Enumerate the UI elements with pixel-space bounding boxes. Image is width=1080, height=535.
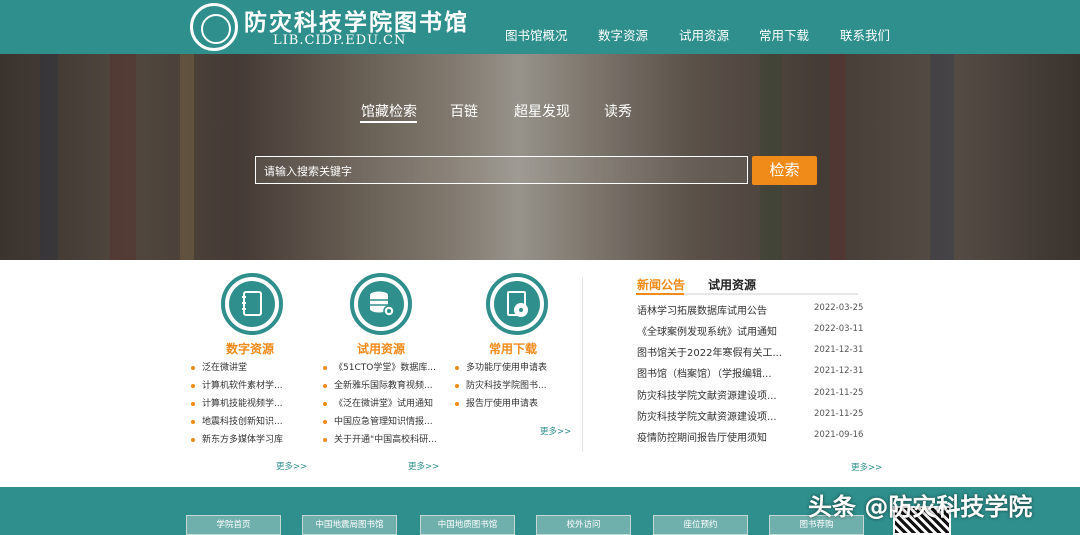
- trial-resources-title[interactable]: 试用资源: [357, 340, 405, 357]
- library-seal-logo[interactable]: [190, 3, 238, 51]
- search-button[interactable]: 检索: [752, 156, 817, 185]
- news-row[interactable]: 《全球案例发现系统》试用通知 2022-03-11: [637, 323, 864, 344]
- active-tab-indicator: [360, 121, 417, 123]
- tab-duxiu[interactable]: 读秀: [604, 101, 632, 121]
- news-date: 2021-12-31: [814, 345, 864, 355]
- list-item[interactable]: 关于开通"中国高校科研...: [323, 431, 437, 449]
- list-item[interactable]: 多功能厅使用申请表: [455, 359, 547, 377]
- hero-search-banner: 馆藏检索 百链 超星发现 读秀 请输入搜索关键字 检索: [0, 54, 1080, 260]
- news-date: 2021-09-16: [814, 430, 864, 440]
- nav-digital-resources[interactable]: 数字资源: [598, 25, 648, 44]
- list-item[interactable]: 中国应急管理知识情报...: [323, 413, 437, 431]
- nav-overview[interactable]: 图书馆概况: [505, 25, 568, 44]
- list-item[interactable]: 报告厅使用申请表: [455, 395, 547, 413]
- list-item[interactable]: 计算机软件素材学...: [191, 377, 283, 395]
- library-domain: LIB.CIDP.EDU.CN: [273, 33, 407, 48]
- news-date: 2022-03-11: [814, 324, 864, 334]
- nav-trial-resources[interactable]: 试用资源: [679, 25, 729, 44]
- footer-link-remote-access[interactable]: 校外访问: [536, 515, 631, 535]
- library-title[interactable]: 防灾科技学院图书馆: [244, 3, 469, 37]
- news-row[interactable]: 图书馆关于2022年寒假有关工... 2021-12-31: [637, 344, 864, 365]
- search-input[interactable]: 请输入搜索关键字: [255, 156, 748, 184]
- tab-news[interactable]: 新闻公告: [637, 276, 685, 293]
- list-item[interactable]: 泛在微讲堂: [191, 359, 283, 377]
- news-title[interactable]: 防灾科技学院文献资源建设项...: [637, 387, 777, 402]
- notebook-icon[interactable]: [221, 273, 283, 335]
- news-title[interactable]: 图书馆关于2022年寒假有关工...: [637, 344, 782, 359]
- news-date: 2022-03-25: [814, 303, 864, 313]
- news-more-link[interactable]: 更多>>: [851, 461, 882, 473]
- news-date: 2021-11-25: [814, 388, 864, 398]
- digital-resources-more-link[interactable]: 更多>>: [276, 460, 307, 472]
- news-date: 2021-12-31: [814, 366, 864, 376]
- news-title[interactable]: 图书馆（档案馆）（学报编辑...: [637, 365, 772, 380]
- downloads-list: 多功能厅使用申请表 防灾科技学院图书... 报告厅使用申请表: [455, 359, 547, 413]
- list-item[interactable]: 地震科技创新知识...: [191, 413, 283, 431]
- news-title[interactable]: 《全球案例发现系统》试用通知: [637, 323, 777, 338]
- column-divider: [582, 277, 583, 452]
- digital-resources-list: 泛在微讲堂 计算机软件素材学... 计算机技能视频学... 地震科技创新知识..…: [191, 359, 283, 449]
- list-item[interactable]: 《51CTO学堂》数据库...: [323, 359, 437, 377]
- downloads-more-link[interactable]: 更多>>: [540, 425, 571, 437]
- digital-resources-title[interactable]: 数字资源: [226, 340, 274, 357]
- list-item[interactable]: 防灾科技学院图书...: [455, 377, 547, 395]
- list-item[interactable]: 全新雅乐国际教育视频...: [323, 377, 437, 395]
- news-title[interactable]: 语林学习拓展数据库试用公告: [637, 302, 767, 317]
- toutiao-watermark: 头条 @防灾科技学院: [808, 493, 1033, 521]
- news-title[interactable]: 疫情防控期间报告厅使用须知: [637, 429, 767, 444]
- downloads-title[interactable]: 常用下载: [489, 340, 537, 357]
- database-gear-icon[interactable]: [350, 273, 412, 335]
- nav-downloads[interactable]: 常用下载: [759, 25, 809, 44]
- trial-resources-list: 《51CTO学堂》数据库... 全新雅乐国际教育视频... 《泛在微讲堂》试用通…: [323, 359, 437, 449]
- news-row[interactable]: 语林学习拓展数据库试用公告 2022-03-25: [637, 302, 864, 323]
- news-date: 2021-11-25: [814, 409, 864, 419]
- news-title[interactable]: 防灾科技学院文献资源建设项...: [637, 408, 777, 423]
- list-item[interactable]: 新东方多媒体学习库: [191, 431, 283, 449]
- list-item[interactable]: 计算机技能视频学...: [191, 395, 283, 413]
- footer-link-earthquake-library[interactable]: 中国地震局图书馆: [302, 515, 397, 535]
- news-row[interactable]: 防灾科技学院文献资源建设项... 2021-11-25: [637, 408, 864, 429]
- news-row[interactable]: 图书馆（档案馆）（学报编辑... 2021-12-31: [637, 365, 864, 386]
- header-bar: 防灾科技学院图书馆 LIB.CIDP.EDU.CN 图书馆概况 数字资源 试用资…: [0, 0, 1080, 54]
- trial-resources-more-link[interactable]: 更多>>: [408, 460, 439, 472]
- news-row[interactable]: 防灾科技学院文献资源建设项... 2021-11-25: [637, 387, 864, 408]
- tab-chaoxing-discovery[interactable]: 超星发现: [514, 101, 570, 121]
- footer-link-college-home[interactable]: 学院首页: [186, 515, 281, 535]
- tab-catalog-search[interactable]: 馆藏检索: [361, 101, 417, 121]
- footer-link-geology-library[interactable]: 中国地质图书馆: [420, 515, 515, 535]
- news-active-indicator: [636, 293, 684, 295]
- footer-link-seat-booking[interactable]: 座位预约: [653, 515, 748, 535]
- tab-bailian[interactable]: 百链: [450, 101, 478, 121]
- news-row[interactable]: 疫情防控期间报告厅使用须知 2021-09-16: [637, 429, 864, 450]
- nav-contact[interactable]: 联系我们: [840, 25, 890, 44]
- list-item[interactable]: 《泛在微讲堂》试用通知: [323, 395, 437, 413]
- tab-trial[interactable]: 试用资源: [708, 276, 756, 293]
- disc-box-icon[interactable]: [486, 273, 548, 335]
